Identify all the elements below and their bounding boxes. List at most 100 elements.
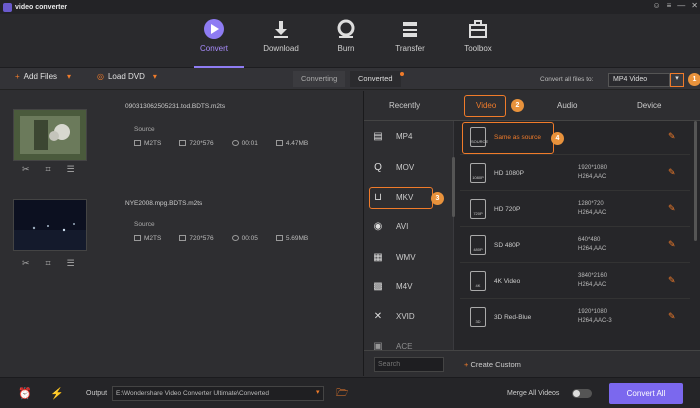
source-meta: M2TS 720*576 00:05 5.69MB bbox=[134, 235, 308, 242]
nav-convert[interactable]: Convert bbox=[184, 18, 244, 53]
trim-icon[interactable]: ✂ bbox=[22, 258, 30, 269]
load-dvd-button[interactable]: ◎ Load DVD ▾ bbox=[97, 72, 157, 81]
resolution-detail: 1920*1080 H264,AAC-3 bbox=[578, 308, 612, 326]
convert-all-button[interactable]: Convert All bbox=[609, 383, 683, 404]
resolution-meta: 720*576 bbox=[179, 235, 214, 242]
chevron-down-icon[interactable]: ▾ bbox=[316, 388, 320, 396]
notification-dot bbox=[399, 72, 404, 76]
resolution-item-sd-480p[interactable]: 480P SD 480P 640*480 H264,AAC ✎ bbox=[460, 229, 690, 263]
tab-audio[interactable]: Audio bbox=[557, 101, 577, 110]
format-item-wmv[interactable]: ▦ WMV bbox=[372, 252, 415, 263]
source-label: Source bbox=[134, 221, 155, 228]
nav-toolbox[interactable]: Toolbox bbox=[448, 18, 508, 53]
format-list-scrollbar[interactable] bbox=[452, 157, 455, 217]
app-logo: video converter bbox=[3, 2, 68, 12]
target-format-select[interactable]: MP4 Video bbox=[608, 73, 670, 87]
file-name: 090313062505231.tod.BDTS.m2ts bbox=[125, 103, 226, 110]
merge-toggle[interactable] bbox=[572, 389, 592, 398]
alarm-clock-icon[interactable]: ⏰ bbox=[18, 387, 32, 400]
play-circle-icon: ◉ bbox=[373, 221, 383, 232]
output-path-field[interactable]: E:\Wondershare Video Converter Ultimate\… bbox=[112, 386, 324, 401]
resolution-codec: H264,AAC bbox=[578, 246, 607, 252]
resolution-name: HD 1080P bbox=[494, 170, 524, 177]
resolution-item-hd-1080p[interactable]: 1080P HD 1080P 1920*1080 H264,AAC ✎ bbox=[460, 157, 690, 191]
resolution-size: 1280*720 bbox=[578, 201, 604, 207]
lightning-icon[interactable]: ⚡ bbox=[50, 387, 64, 400]
crop-icon[interactable]: ⌗ bbox=[46, 258, 51, 269]
resolution-item-4k[interactable]: 4K 4K Video 3840*2160 H264,AAC ✎ bbox=[460, 265, 690, 299]
quicktime-icon: Q bbox=[374, 162, 382, 173]
nav-transfer[interactable]: Transfer bbox=[380, 18, 440, 53]
format-item-m4v[interactable]: ▩ M4V bbox=[372, 281, 412, 292]
effects-icon[interactable]: ☰ bbox=[67, 258, 75, 269]
file-item-1[interactable]: ✂ ⌗ ☰ 090313062505231.tod.BDTS.m2ts Sour… bbox=[0, 92, 363, 192]
tab-converting[interactable]: Converting bbox=[293, 71, 346, 87]
format-panel: Recently Video Audio Device 2 ▤ MP4 Q MOV … bbox=[363, 91, 700, 376]
trim-icon[interactable]: ✂ bbox=[22, 164, 30, 175]
convert-icon bbox=[204, 19, 224, 39]
edit-icon[interactable]: ✎ bbox=[668, 168, 677, 177]
duration-value: 00:01 bbox=[241, 140, 258, 147]
resolution-list-scrollbar[interactable] bbox=[694, 121, 697, 241]
format-item-mov[interactable]: Q MOV bbox=[372, 162, 414, 173]
nav-download[interactable]: Download bbox=[251, 18, 311, 53]
format-meta: M2TS bbox=[134, 140, 161, 147]
bottom-bar: ⏰ ⚡ Output E:\Wondershare Video Converte… bbox=[0, 377, 700, 408]
resolution-item-3d-red-blue[interactable]: 3D 3D Red-Blue 1920*1080 H264,AAC-3 ✎ bbox=[460, 301, 690, 335]
format-dropdown-toggle[interactable]: ▾ bbox=[670, 73, 684, 87]
account-icon[interactable]: ☺ bbox=[652, 1, 660, 10]
tab-device[interactable]: Device bbox=[637, 101, 661, 110]
tab-recently[interactable]: Recently bbox=[389, 101, 420, 110]
resolution-codec: H264,AAC bbox=[578, 282, 607, 288]
format-item-xvid[interactable]: ✕ XVID bbox=[372, 311, 415, 322]
step-badge-4: 4 bbox=[551, 132, 564, 145]
close-icon[interactable]: ✕ bbox=[691, 1, 698, 10]
chevron-down-icon[interactable]: ▾ bbox=[153, 72, 157, 81]
nav-convert-label: Convert bbox=[199, 44, 228, 53]
open-folder-icon[interactable]: 🗁 bbox=[336, 386, 348, 403]
format-search-input[interactable] bbox=[374, 357, 444, 372]
video-thumbnail-1[interactable] bbox=[13, 109, 87, 161]
size-meta: 4.47MB bbox=[275, 140, 308, 147]
format-item-mp4[interactable]: ▤ MP4 bbox=[372, 131, 412, 142]
resolution-name: 4K Video bbox=[494, 278, 521, 285]
resolution-detail: 1280*720 H264,AAC bbox=[578, 200, 606, 218]
nav-burn[interactable]: Burn bbox=[316, 18, 376, 53]
add-files-label: Add Files bbox=[23, 72, 58, 81]
resolution-codec: H264,AAC bbox=[578, 174, 607, 180]
minimize-icon[interactable]: — bbox=[677, 1, 685, 10]
source-meta: M2TS 720*576 00:01 4.47MB bbox=[134, 140, 308, 147]
format-label: MP4 bbox=[396, 132, 413, 141]
thumbnail-edit-controls: ✂ ⌗ ☰ bbox=[22, 164, 75, 175]
tab-converted[interactable]: Converted bbox=[350, 71, 404, 87]
merge-all-label: Merge All Videos bbox=[507, 390, 560, 397]
format-meta: M2TS bbox=[134, 235, 161, 242]
convert-all-label: Convert all files to: bbox=[540, 76, 594, 83]
resolution-detail: 3840*2160 H264,AAC bbox=[578, 272, 607, 290]
video-thumbnail-2[interactable] bbox=[13, 199, 87, 251]
format-item-avi[interactable]: ◉ AVI bbox=[372, 221, 409, 232]
m4v-icon: ▩ bbox=[373, 281, 383, 292]
edit-icon[interactable]: ✎ bbox=[668, 204, 677, 213]
edit-icon[interactable]: ✎ bbox=[668, 240, 677, 249]
resolution-list: SOURCE Same as source ✎ 1080P HD 1080P 1… bbox=[460, 121, 700, 346]
chevron-down-icon[interactable]: ▾ bbox=[67, 72, 71, 81]
add-files-button[interactable]: + Add Files ▾ bbox=[15, 72, 71, 81]
resolution-icon bbox=[179, 235, 187, 242]
edit-icon[interactable]: ✎ bbox=[668, 276, 677, 285]
resolution-name: SD 480P bbox=[494, 242, 521, 249]
resolution-item-hd-720p[interactable]: 720P HD 720P 1280*720 H264,AAC ✎ bbox=[460, 193, 690, 227]
edit-icon[interactable]: ✎ bbox=[668, 132, 677, 141]
file-item-2[interactable]: ✂ ⌗ ☰ NYE2008.mpg.BDTS.m2ts Source M2TS … bbox=[0, 188, 363, 288]
duration-meta: 00:01 bbox=[231, 140, 258, 147]
resolution-size: 1920*1080 bbox=[578, 309, 608, 315]
resolution-size: 3840*2160 bbox=[578, 273, 608, 279]
app-title: video converter bbox=[15, 3, 68, 11]
format-label: MOV bbox=[396, 163, 415, 172]
menu-icon[interactable]: ≡ bbox=[667, 1, 672, 10]
crop-icon[interactable]: ⌗ bbox=[46, 164, 51, 175]
folder-icon bbox=[275, 235, 283, 242]
edit-icon[interactable]: ✎ bbox=[668, 312, 677, 321]
create-custom-button[interactable]: + Create Custom bbox=[464, 360, 521, 369]
effects-icon[interactable]: ☰ bbox=[67, 164, 75, 175]
